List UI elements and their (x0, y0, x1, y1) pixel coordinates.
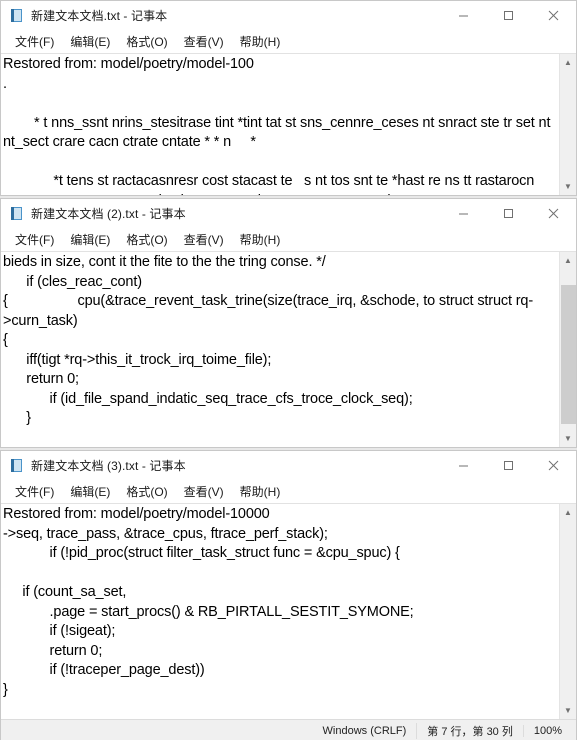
notepad-window-1[interactable]: 新建文本文档.txt - 记事本 文件(F) 编辑(E) 格式(O) 查看(V)… (0, 0, 577, 196)
text-line (3, 700, 557, 719)
vertical-scrollbar[interactable]: ▲ ▼ (559, 504, 576, 719)
maximize-button[interactable] (486, 1, 531, 30)
window-controls[interactable] (441, 199, 576, 228)
window-controls[interactable] (441, 451, 576, 480)
minimize-button[interactable] (441, 1, 486, 30)
text-line: >curn_task) (3, 312, 78, 329)
status-cursor-position: 第 7 行，第 30 列 (416, 722, 523, 739)
client-area: bieds in size, cont it the fite to the t… (1, 251, 576, 447)
menu-item-edit[interactable]: 编辑(E) (62, 230, 118, 250)
scroll-up-icon[interactable]: ▲ (560, 252, 577, 269)
window-title: 新建文本文档 (2).txt - 记事本 (31, 207, 186, 221)
minimize-button[interactable] (441, 451, 486, 480)
text-line: if (count_sa_set, (3, 584, 127, 600)
notepad-window-3[interactable]: 新建文本文档 (3).txt - 记事本 文件(F) 编辑(E) 格式(O) 查… (0, 450, 577, 740)
text-line: } (3, 410, 31, 426)
client-area: Restored from: model/poetry/model-100 . … (1, 53, 576, 195)
menu-item-format[interactable]: 格式(O) (118, 230, 175, 250)
text-line: if (cles_reac_cont) (3, 273, 142, 290)
desktop: 新建文本文档.txt - 记事本 文件(F) 编辑(E) 格式(O) 查看(V)… (0, 0, 577, 740)
text-line (3, 564, 557, 584)
notepad-icon (9, 8, 24, 23)
menu-item-edit[interactable]: 编辑(E) (62, 482, 118, 502)
vertical-scrollbar[interactable]: ▲ ▼ (559, 252, 576, 447)
window-controls[interactable] (441, 1, 576, 30)
menu-item-help[interactable]: 帮助(H) (232, 32, 289, 52)
menu-item-file[interactable]: 文件(F) (7, 230, 62, 250)
text-line: ->seq, trace_pass, &trace_cpus, ftrace_p… (3, 525, 328, 542)
text-line: .page = start_procs() & RB_PIRTALL_SESTI… (3, 603, 414, 620)
notepad-window-2[interactable]: 新建文本文档 (2).txt - 记事本 文件(F) 编辑(E) 格式(O) 查… (0, 198, 577, 448)
text-line: if (!sigeat); (3, 623, 116, 639)
maximize-button[interactable] (486, 451, 531, 480)
scroll-track[interactable] (560, 269, 577, 430)
window-title: 新建文本文档.txt - 记事本 (31, 9, 168, 23)
menubar[interactable]: 文件(F) 编辑(E) 格式(O) 查看(V) 帮助(H) (1, 30, 576, 53)
text-line: iff(tigt *rq->this_it_trock_irq_toime_fi… (3, 351, 272, 368)
titlebar[interactable]: 新建文本文档.txt - 记事本 (1, 1, 576, 30)
text-line (3, 429, 557, 448)
text-line: Restored from: model/poetry/model-10000 (3, 506, 270, 522)
text-line: if (!traceper_page_dest)) (3, 662, 205, 678)
menubar[interactable]: 文件(F) 编辑(E) 格式(O) 查看(V) 帮助(H) (1, 480, 576, 503)
status-zoom-level: 100% (522, 724, 572, 737)
text-line: nt_sect crare cacn ctrate cntate * * n * (3, 134, 256, 150)
scroll-track[interactable] (560, 521, 577, 702)
menu-item-format[interactable]: 格式(O) (118, 32, 175, 52)
text-editor[interactable]: Restored from: model/poetry/model-10000 … (1, 504, 559, 719)
text-line: if (!pid_proc(struct filter_task_struct … (3, 545, 400, 561)
scroll-track[interactable] (560, 71, 577, 178)
menu-item-view[interactable]: 查看(V) (176, 32, 232, 52)
statusbar: Windows (CRLF) 第 7 行，第 30 列 100% (1, 719, 576, 740)
text-line: if (id_file_spand_indatic_seq_trace_cfs_… (3, 390, 413, 407)
menu-item-edit[interactable]: 编辑(E) (62, 32, 118, 52)
scroll-down-icon[interactable]: ▼ (560, 702, 577, 719)
vertical-scrollbar[interactable]: ▲ ▼ (559, 54, 576, 195)
window-title: 新建文本文档 (3).txt - 记事本 (31, 459, 186, 473)
text-editor[interactable]: Restored from: model/poetry/model-100 . … (1, 54, 559, 195)
text-line: } (3, 681, 8, 698)
scroll-down-icon[interactable]: ▼ (560, 430, 577, 447)
titlebar[interactable]: 新建文本文档 (2).txt - 记事本 (1, 199, 576, 228)
text-line: { cpu(&trace_revent_task_trine(size(trac… (3, 293, 534, 309)
menubar[interactable]: 文件(F) 编辑(E) 格式(O) 查看(V) 帮助(H) (1, 228, 576, 251)
titlebar[interactable]: 新建文本文档 (3).txt - 记事本 (1, 451, 576, 480)
menu-item-help[interactable]: 帮助(H) (232, 230, 289, 250)
text-line: return 0; (3, 371, 79, 387)
minimize-button[interactable] (441, 199, 486, 228)
text-line: return 0; (3, 642, 103, 659)
menu-item-help[interactable]: 帮助(H) (232, 482, 289, 502)
text-line: * t nns_ssnt nrins_stesitrase tint *tint… (3, 114, 551, 131)
menu-item-view[interactable]: 查看(V) (176, 230, 232, 250)
text-line (3, 153, 557, 173)
status-encoding: Windows (CRLF) (322, 724, 407, 737)
close-button[interactable] (531, 1, 576, 30)
scroll-down-icon[interactable]: ▼ (560, 178, 577, 195)
menu-item-format[interactable]: 格式(O) (118, 482, 175, 502)
scroll-thumb[interactable] (560, 285, 576, 424)
text-line: ttre cont cerocate tote_sticetinne *tasr… (3, 192, 557, 196)
menu-item-view[interactable]: 查看(V) (176, 482, 232, 502)
maximize-button[interactable] (486, 199, 531, 228)
text-line: *t tens st ractacasnresr cost stacast te… (3, 173, 535, 189)
close-button[interactable] (531, 451, 576, 480)
menu-item-file[interactable]: 文件(F) (7, 482, 62, 502)
text-editor[interactable]: bieds in size, cont it the fite to the t… (1, 252, 559, 447)
notepad-icon (9, 458, 24, 473)
scroll-up-icon[interactable]: ▲ (560, 54, 577, 71)
scroll-up-icon[interactable]: ▲ (560, 504, 577, 521)
client-area: Restored from: model/poetry/model-10000 … (1, 503, 576, 719)
close-button[interactable] (531, 199, 576, 228)
text-line: Restored from: model/poetry/model-100 (3, 56, 254, 72)
text-line (3, 94, 557, 114)
menu-item-file[interactable]: 文件(F) (7, 32, 62, 52)
text-line: bieds in size, cont it the fite to the t… (3, 254, 326, 270)
text-line: { (3, 332, 8, 348)
text-line: . (3, 75, 7, 92)
notepad-icon (9, 206, 24, 221)
